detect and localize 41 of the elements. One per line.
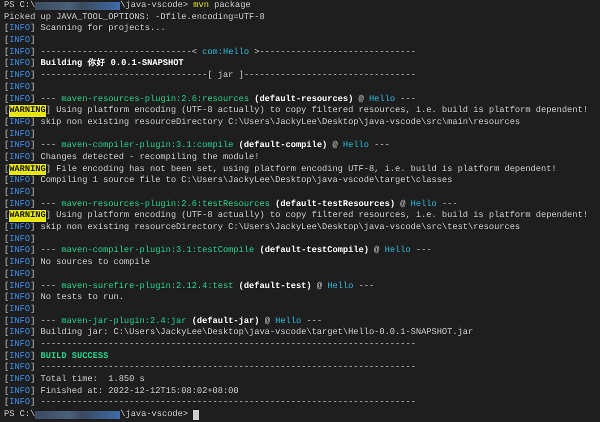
- log-line: [INFO] -----------------------------< com:Hello >------------------------------: [4, 46, 417, 58]
- log-line: [INFO]: [4, 187, 36, 199]
- log-line: [INFO] No tests to run.: [4, 292, 125, 304]
- log-line: [INFO] --- maven-surefire-plugin:2.12.4:test (default-test) @ Hello ---: [4, 280, 376, 292]
- prompt-text: package: [213, 0, 251, 12]
- text-cursor: [193, 410, 200, 420]
- log-line: [INFO] skip non existing resourceDirectory C:\Users\JackyLee\Desktop\java-vscode\src\main\resources: [4, 116, 522, 129]
- prompt-text: \java-vscode>: [120, 409, 190, 421]
- log-line: [INFO] --------------------------------[ jar ]---------------------------------: [4, 70, 417, 82]
- log-line: [WARNING] File encoding has not been set, using platform encoding UTF-8, i.e. build is platform dependent!: [4, 164, 558, 176]
- log-line: [INFO]: [4, 82, 36, 94]
- log-line: [INFO]: [4, 268, 36, 280]
- log-line: [INFO] ------------------------------------------------------------------------: [4, 338, 417, 351]
- log-line: [INFO] Finished at: 2022-12-12T15:08:02+08:00: [4, 386, 240, 398]
- log-line: [INFO]: [4, 128, 36, 140]
- log-line: Picked up JAVA_TOOL_OPTIONS: -Dfile.encoding=UTF-8: [4, 12, 266, 24]
- log-line: [INFO] Total time: 1.850 s: [4, 374, 146, 386]
- log-line: [INFO] --- maven-compiler-plugin:3.1:compile (default-compile) @ Hello ---: [4, 140, 391, 152]
- log-line: [INFO] Building jar: C:\Users\JackyLee\Desktop\java-vscode\target\Hello-0.0.1-SNAPSHOT.jar: [4, 327, 474, 339]
- log-line: [INFO] Changes detected - recompiling the module!: [4, 152, 260, 164]
- prompt-text: \java-vscode>: [120, 0, 190, 12]
- log-line: [INFO]: [4, 304, 36, 316]
- log-line: [INFO] --- maven-resources-plugin:2.6:resources (default-resources) @ Hello ---: [4, 94, 417, 106]
- log-line: [INFO] ------------------------------------------------------------------------: [4, 362, 417, 374]
- log-line: [INFO] Compiling 1 source file to C:\Users\JackyLee\Desktop\java-vscode\target\classes: [4, 175, 454, 187]
- prompt-text: PS C:\: [4, 0, 36, 12]
- log-line: [INFO] BUILD SUCCESS: [4, 350, 110, 362]
- log-line: [WARNING] Using platform encoding (UTF-8 actually) to copy filtered resources, i.e. build is platform dependent!: [4, 105, 589, 117]
- log-line: [INFO] ------------------------------------------------------------------------: [4, 397, 417, 410]
- log-line: [WARNING] Using platform encoding (UTF-8 actually) to copy filtered resources, i.e. build is platform dependent!: [4, 210, 589, 222]
- log-line: [INFO] --- maven-jar-plugin:2.4:jar (default-jar) @ Hello ---: [4, 316, 324, 328]
- log-line: [INFO]: [4, 35, 36, 47]
- log-line: [INFO] --- maven-resources-plugin:2.6:testResources (default-testResources) @ Hello ---: [4, 198, 459, 210]
- prompt-text: PS C:\: [4, 409, 36, 421]
- command-text: mvn: [193, 0, 209, 12]
- log-line: [INFO] --- maven-compiler-plugin:3.1:testCompile (default-testCompile) @ Hello ---: [4, 245, 433, 258]
- log-line: [INFO] No sources to compile: [4, 257, 151, 269]
- log-line: [INFO] Building 你好 0.0.1-SNAPSHOT: [4, 58, 185, 70]
- log-line: [INFO] Scanning for projects...: [4, 23, 167, 36]
- log-line: [INFO] skip non existing resourceDirectory C:\Users\JackyLee\Desktop\java-vscode\src\test\resources: [4, 222, 522, 234]
- log-line: [INFO]: [4, 234, 36, 246]
